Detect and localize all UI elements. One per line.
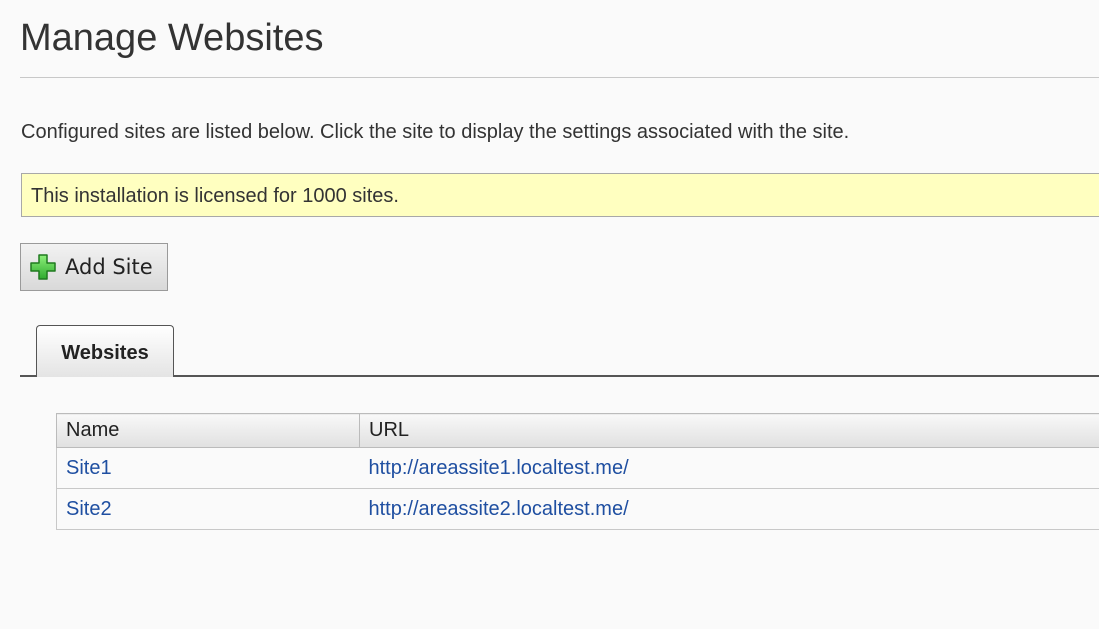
site-url-link[interactable]: http://areassite1.localtest.me/ bbox=[369, 457, 629, 479]
title-divider bbox=[20, 77, 1099, 78]
site-name-cell: Site1 bbox=[56, 447, 360, 489]
site-url-cell: http://areassite2.localtest.me/ bbox=[359, 488, 1099, 530]
tab-websites[interactable]: Websites bbox=[36, 325, 174, 377]
page-title: Manage Websites bbox=[20, 17, 324, 59]
tab-websites-label: Websites bbox=[61, 342, 149, 364]
column-header-name[interactable]: Name bbox=[56, 413, 360, 448]
intro-text: Configured sites are listed below. Click… bbox=[21, 121, 850, 143]
site-name-link[interactable]: Site1 bbox=[66, 457, 112, 479]
plus-icon bbox=[29, 253, 57, 281]
table-header-row: Name URL bbox=[56, 413, 1099, 448]
site-name-link[interactable]: Site2 bbox=[66, 498, 112, 520]
table-row: Site1 http://areassite1.localtest.me/ bbox=[56, 447, 1099, 489]
license-banner: This installation is licensed for 1000 s… bbox=[21, 173, 1099, 217]
manage-websites-page: Manage Websites Configured sites are lis… bbox=[0, 0, 1099, 629]
add-site-button[interactable]: Add Site bbox=[20, 243, 168, 291]
column-header-url[interactable]: URL bbox=[359, 413, 1099, 448]
add-site-label: Add Site bbox=[65, 255, 153, 279]
license-banner-text: This installation is licensed for 1000 s… bbox=[31, 185, 399, 207]
site-url-cell: http://areassite1.localtest.me/ bbox=[359, 447, 1099, 489]
tab-bar-divider bbox=[20, 375, 1099, 377]
table-row: Site2 http://areassite2.localtest.me/ bbox=[56, 488, 1099, 530]
site-url-link[interactable]: http://areassite2.localtest.me/ bbox=[369, 498, 629, 520]
websites-table: Name URL Site1 http://areassite1.localte… bbox=[56, 413, 1099, 530]
site-name-cell: Site2 bbox=[56, 488, 360, 530]
